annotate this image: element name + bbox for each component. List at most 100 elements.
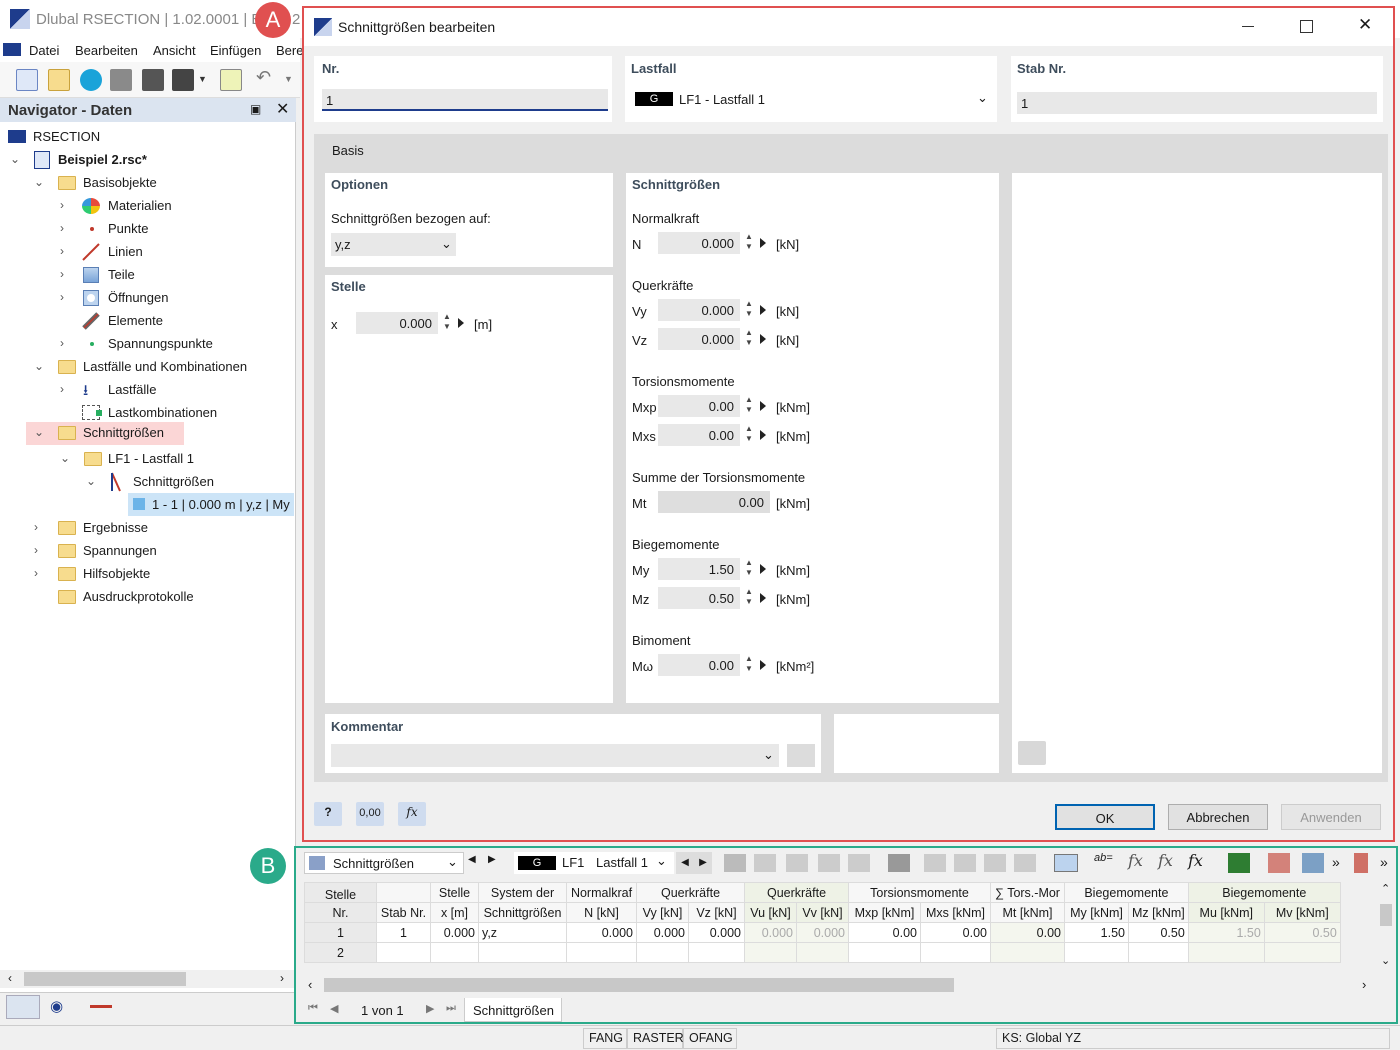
- chevron-right-icon[interactable]: ›: [60, 382, 74, 396]
- chevron-down-icon[interactable]: ⌄: [441, 236, 452, 252]
- spinner-icon[interactable]: ▲ ▼: [744, 587, 754, 609]
- spinner-icon[interactable]: ▲ ▼: [744, 424, 754, 446]
- next-lf-icon[interactable]: ▶: [694, 852, 712, 874]
- arrow-right-icon[interactable]: [760, 430, 766, 440]
- cloud-icon[interactable]: [80, 69, 102, 91]
- status-ofang[interactable]: OFANG: [683, 1028, 737, 1049]
- menu-einfuegen[interactable]: Einfügen: [210, 43, 261, 58]
- arrow-right-icon[interactable]: [760, 401, 766, 411]
- next-table-icon[interactable]: ▶: [488, 854, 496, 865]
- sort-icon[interactable]: [1302, 853, 1324, 873]
- cell[interactable]: 0.000: [688, 922, 745, 943]
- spinner-icon[interactable]: ▲ ▼: [744, 299, 754, 321]
- new-file-icon[interactable]: [16, 69, 38, 91]
- close-icon[interactable]: ✕: [276, 99, 289, 119]
- chevron-down-icon[interactable]: ⌄: [656, 853, 667, 869]
- minimize-icon[interactable]: [1242, 26, 1254, 27]
- cell[interactable]: 0.000: [430, 922, 479, 943]
- table-selector[interactable]: Schnittgrößen ⌄: [304, 852, 464, 874]
- prev-page-icon[interactable]: ◀: [330, 1002, 338, 1015]
- tree-hilfsobjekte[interactable]: › Hilfsobjekte: [30, 563, 290, 585]
- kommentar-input[interactable]: ⌄: [331, 744, 779, 767]
- chevron-down-icon[interactable]: ⌄: [34, 425, 48, 439]
- nav-horizontal-scrollbar[interactable]: ‹ ›: [0, 970, 296, 988]
- members-icon[interactable]: [1354, 853, 1368, 873]
- arrow-right-icon[interactable]: [458, 318, 464, 328]
- table-vertical-scrollbar[interactable]: ⌃ ⌄: [1378, 882, 1394, 970]
- cancel-button[interactable]: Abbrechen: [1168, 804, 1268, 830]
- chevron-down-icon[interactable]: ⌄: [447, 854, 458, 870]
- bezogen-select[interactable]: y,z ⌄: [331, 233, 456, 256]
- tree-ergebnisse[interactable]: › Ergebnisse: [30, 517, 290, 539]
- spinner-icon[interactable]: ▲ ▼: [442, 312, 452, 334]
- scroll-thumb[interactable]: [1380, 904, 1392, 926]
- chevron-right-icon[interactable]: ›: [34, 566, 48, 580]
- my-input[interactable]: 1.50: [658, 558, 740, 580]
- print-icon[interactable]: [172, 69, 194, 91]
- tree-entry-selected[interactable]: 1 - 1 | 0.000 m | y,z | My: [128, 493, 294, 516]
- paste-cells-icon[interactable]: [818, 854, 840, 872]
- decimal-places-icon[interactable]: 0,00: [356, 802, 384, 826]
- formula-delete-icon[interactable]: fx: [1158, 851, 1173, 870]
- scroll-thumb[interactable]: [324, 978, 954, 992]
- scroll-left-icon[interactable]: ‹: [308, 977, 312, 992]
- vy-input[interactable]: 0.000: [658, 299, 740, 321]
- tree-punkte[interactable]: › Punkte: [56, 218, 292, 240]
- cell[interactable]: [478, 942, 567, 963]
- delete-icon[interactable]: [888, 854, 910, 872]
- more-icon-2[interactable]: »: [1380, 854, 1388, 870]
- chevron-down-icon[interactable]: ⌄: [34, 175, 48, 189]
- first-page-icon[interactable]: ⏮: [308, 1002, 318, 1015]
- arrow-right-icon[interactable]: [760, 334, 766, 344]
- tree-spannungspunkte[interactable]: › Spannungspunkte: [56, 333, 292, 355]
- scroll-thumb[interactable]: [24, 972, 186, 986]
- chevron-right-icon[interactable]: ›: [60, 244, 74, 258]
- cell[interactable]: [376, 942, 431, 963]
- cell[interactable]: [1064, 942, 1129, 963]
- ok-button[interactable]: OK: [1055, 804, 1155, 830]
- vz-input[interactable]: 0.000: [658, 328, 740, 350]
- views-icon[interactable]: [90, 1005, 112, 1008]
- copy-cells-icon[interactable]: [786, 854, 808, 872]
- move-left-icon[interactable]: [984, 854, 1006, 872]
- lastfall-select[interactable]: G LF1 - Lastfall 1 ⌄: [631, 87, 993, 111]
- arrow-right-icon[interactable]: [760, 660, 766, 670]
- chevron-right-icon[interactable]: ›: [60, 336, 74, 350]
- mz-input[interactable]: 0.50: [658, 587, 740, 609]
- cell[interactable]: [688, 942, 745, 963]
- pin-icon[interactable]: ▣: [250, 102, 261, 116]
- cell[interactable]: [566, 942, 637, 963]
- chevron-right-icon[interactable]: ›: [34, 543, 48, 557]
- scroll-down-icon[interactable]: ⌄: [1381, 954, 1390, 967]
- formula-icon[interactable]: fx: [398, 802, 426, 826]
- spinner-icon[interactable]: ▲ ▼: [744, 328, 754, 350]
- last-page-icon[interactable]: ⏭: [446, 1002, 456, 1015]
- tree-materialien[interactable]: › Materialien: [56, 195, 292, 217]
- scroll-up-icon[interactable]: ⌃: [1381, 882, 1390, 895]
- cell[interactable]: 1: [376, 922, 431, 943]
- x-input[interactable]: 0.000: [356, 312, 438, 334]
- scroll-right-icon[interactable]: ›: [1362, 977, 1366, 992]
- cell[interactable]: 0.000: [636, 922, 689, 943]
- tree-lastfaelle[interactable]: › ⭳ Lastfälle: [56, 379, 292, 401]
- tree-oeffnungen[interactable]: › Öffnungen: [56, 287, 292, 309]
- chevron-down-icon[interactable]: ⌄: [34, 359, 48, 373]
- print-dropdown-icon[interactable]: ▼: [198, 74, 208, 96]
- tree-linien[interactable]: › Linien: [56, 241, 292, 263]
- insert-row-icon[interactable]: [754, 854, 776, 872]
- spinner-icon[interactable]: ▲ ▼: [744, 558, 754, 580]
- cell[interactable]: [636, 942, 689, 963]
- tree-root[interactable]: RSECTION: [6, 126, 286, 148]
- filter-icon[interactable]: [848, 854, 870, 872]
- undo-icon[interactable]: ↶: [256, 67, 278, 89]
- clear-icon[interactable]: [954, 854, 976, 872]
- tree-lastkombinationen[interactable]: Lastkombinationen: [56, 402, 292, 424]
- stab-input[interactable]: 1: [1017, 92, 1377, 114]
- chevron-down-icon[interactable]: ⌄: [763, 747, 774, 763]
- chevron-right-icon[interactable]: ›: [60, 198, 74, 212]
- eye-icon[interactable]: ◉: [50, 997, 63, 1015]
- status-fang[interactable]: FANG: [583, 1028, 627, 1049]
- prev-table-icon[interactable]: ◀: [468, 854, 476, 865]
- tree-elemente[interactable]: Elemente: [56, 310, 292, 332]
- find-replace-icon[interactable]: ab=: [1094, 852, 1113, 864]
